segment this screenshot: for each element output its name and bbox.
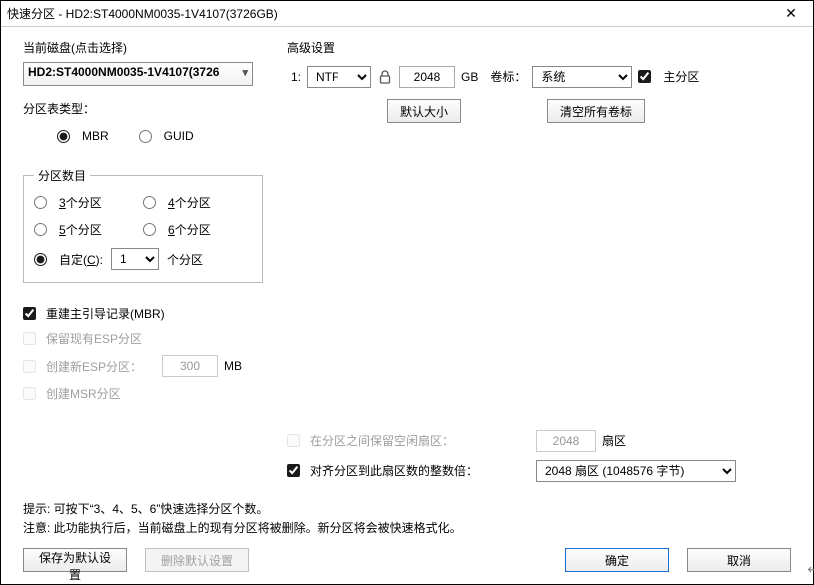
clear-labels-button[interactable]: 清空所有卷标 (547, 99, 645, 123)
hint-line-1: 提示: 可按下“3、4、5、6”快速选择分区个数。 (23, 500, 791, 519)
radio-6-partitions[interactable]: 6个分区 (143, 221, 252, 238)
volume-label-select[interactable]: 系统 (532, 66, 632, 88)
radio-guid-input[interactable] (139, 130, 152, 143)
chk-reserve-free: 在分区之间保留空闲扇区： 扇区 (287, 430, 791, 452)
save-defaults-button[interactable]: 保存为默认设置 (23, 548, 127, 572)
custom-count-select[interactable]: 1 (111, 248, 159, 270)
align-select[interactable]: 2048 扇区 (1048576 字节) (536, 460, 736, 482)
reserve-input (536, 430, 596, 452)
left-panel: 当前磁盘(点击选择) HD2:ST4000NM0035-1V4107(3726 … (23, 39, 263, 490)
radio-4-partitions[interactable]: 4个分区 (143, 194, 252, 211)
radio-custom-count[interactable]: 自定(C): 1 个分区 (34, 248, 252, 270)
radio-5-partitions[interactable]: 5个分区 (34, 221, 143, 238)
radio-3-partitions[interactable]: 3个分区 (34, 194, 143, 211)
footer-buttons: 保存为默认设置 删除默认设置 确定 取消 (23, 548, 791, 576)
size-input[interactable] (399, 66, 455, 88)
chk-align[interactable]: 对齐分区到此扇区数的整数倍： 2048 扇区 (1048576 字节) (287, 460, 791, 482)
current-disk-label: 当前磁盘(点击选择) (23, 39, 263, 56)
chk-primary[interactable]: 主分区 (638, 68, 699, 85)
partition-count-legend: 分区数目 (34, 167, 90, 184)
chk-new-esp: 创建新ESP分区： MB (23, 355, 263, 377)
disk-select[interactable]: HD2:ST4000NM0035-1V4107(3726 (23, 62, 253, 86)
radio-mbr-input[interactable] (57, 130, 70, 143)
esp-size-input (162, 355, 218, 377)
partition-count-group: 分区数目 3个分区 4个分区 5个分区 (23, 167, 263, 283)
chk-keep-esp: 保留现有ESP分区 (23, 330, 263, 347)
cancel-button[interactable]: 取消 (687, 548, 791, 572)
delete-defaults-button: 删除默认设置 (145, 548, 249, 572)
hint-text: 提示: 可按下“3、4、5、6”快速选择分区个数。 注意: 此功能执行后，当前磁… (23, 500, 791, 538)
volume-label-caption: 卷标： (490, 68, 526, 85)
table-type-label: 分区表类型： (23, 100, 263, 117)
lock-icon[interactable] (377, 70, 393, 84)
hint-line-2: 注意: 此功能执行后，当前磁盘上的现有分区将被删除。新分区将会被快速格式化。 (23, 519, 791, 538)
radio-guid[interactable]: GUID (139, 129, 194, 143)
table-type-group: 分区表类型： MBR GUID (23, 100, 263, 155)
window-title: 快速分区 - HD2:ST4000NM0035-1V4107(3726GB) (7, 5, 775, 22)
right-panel: 高级设置 1: NTFS GB 卷标： 系统 (287, 39, 791, 490)
partition-row-1: 1: NTFS GB 卷标： 系统 主分区 (287, 62, 791, 91)
advanced-label: 高级设置 (287, 39, 791, 56)
fs-select[interactable]: NTFS (307, 66, 371, 88)
default-size-button[interactable]: 默认大小 (387, 99, 461, 123)
content-area: 当前磁盘(点击选择) HD2:ST4000NM0035-1V4107(3726 … (1, 27, 813, 584)
size-unit: GB (461, 70, 478, 84)
titlebar: 快速分区 - HD2:ST4000NM0035-1V4107(3726GB) ✕ (1, 1, 813, 27)
close-icon[interactable]: ✕ (775, 5, 807, 22)
chk-rebuild-mbr[interactable]: 重建主引导记录(MBR) (23, 305, 263, 322)
chk-msr: 创建MSR分区 (23, 385, 263, 402)
caret-icon: ↵ (807, 561, 814, 578)
ok-button[interactable]: 确定 (565, 548, 669, 572)
radio-mbr[interactable]: MBR (57, 129, 109, 143)
row-index: 1: (287, 70, 301, 84)
quick-partition-dialog: 快速分区 - HD2:ST4000NM0035-1V4107(3726GB) ✕… (0, 0, 814, 585)
